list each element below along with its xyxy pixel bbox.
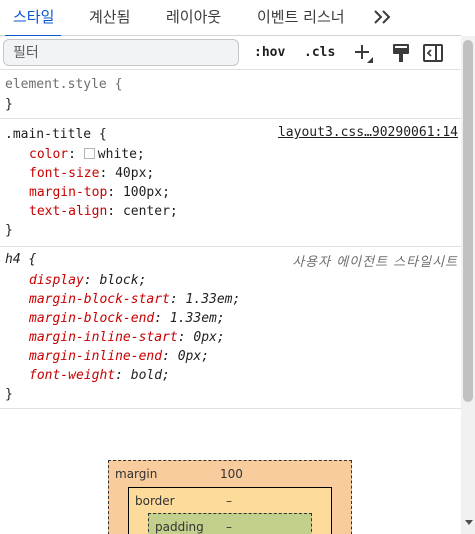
property-value: block;	[99, 273, 147, 288]
rule-selector: h4 {	[5, 252, 37, 267]
user-agent-stylesheet-label: 사용자 에이전트 스타일시트	[292, 255, 458, 270]
property-name: margin-block-end	[29, 311, 155, 326]
cls-toggle-button[interactable]: .cls	[304, 45, 335, 60]
toggle-sidebar-icon[interactable]	[422, 42, 444, 64]
tab-event-listeners[interactable]: 이벤트 리스너	[257, 0, 345, 36]
property-name: display	[29, 273, 84, 288]
declaration: margin-block-end: 1.33em;	[29, 311, 225, 326]
padding-top-value[interactable]: –	[226, 520, 232, 534]
panel-tab-bar: 스타일 계산됨 레이아웃 이벤트 리스너	[0, 0, 461, 37]
property-name: font-weight	[29, 368, 116, 383]
property-name: margin-inline-end	[29, 349, 163, 364]
property-value: 1.33em;	[185, 292, 241, 307]
tab-computed[interactable]: 계산됨	[89, 0, 130, 36]
scrollbar-thumb[interactable]	[463, 40, 473, 402]
property-name: margin-block-start	[29, 292, 170, 307]
declaration: font-weight: bold;	[29, 368, 170, 383]
property-name: color	[29, 147, 69, 162]
declaration[interactable]: margin-top: 100px;	[29, 183, 170, 202]
paint-brush-icon[interactable]	[390, 42, 412, 64]
property-name: margin-inline-start	[29, 330, 178, 345]
property-value: 1.33em;	[169, 311, 225, 326]
declaration[interactable]: font-size: 40px;	[29, 164, 154, 183]
scroll-down-arrow-icon[interactable]	[465, 520, 473, 525]
property-value: 40px;	[115, 166, 155, 181]
double-chevron-right-icon[interactable]	[372, 8, 394, 26]
property-value: 100px;	[122, 185, 170, 200]
property-value: 0px;	[177, 349, 210, 364]
tab-styles[interactable]: 스타일	[4, 0, 62, 37]
border-top-value[interactable]: –	[226, 494, 232, 508]
border-label: border	[135, 494, 175, 508]
rule-main-title: .main-title { layout3.css…90290061:14 co…	[0, 119, 461, 247]
declaration[interactable]: text-align: center;	[29, 202, 178, 221]
margin-top-value[interactable]: 100	[220, 467, 243, 481]
styles-toolbar: :hov .cls	[0, 36, 461, 70]
rule-close-brace: }	[5, 97, 13, 112]
color-swatch[interactable]	[83, 148, 95, 159]
rule-close-brace: }	[5, 223, 13, 238]
rule-close-brace: }	[5, 387, 13, 402]
declaration: margin-block-start: 1.33em;	[29, 292, 241, 307]
padding-label: padding	[155, 520, 204, 534]
declaration[interactable]: color: white;	[29, 145, 145, 164]
rule-element-style: element.style { }	[0, 71, 461, 119]
hov-toggle-button[interactable]: :hov	[254, 45, 285, 60]
property-name: margin-top	[29, 185, 108, 200]
property-name: text-align	[29, 204, 108, 219]
margin-label: margin	[115, 467, 158, 481]
rule-h4-user-agent: h4 { 사용자 에이전트 스타일시트 display: block; marg…	[0, 247, 461, 409]
property-value: bold;	[130, 368, 170, 383]
rule-selector[interactable]: .main-title {	[5, 125, 107, 144]
declaration: margin-inline-start: 0px;	[29, 330, 225, 345]
tab-layout[interactable]: 레이아웃	[166, 0, 221, 36]
filter-input[interactable]	[3, 39, 239, 66]
property-value: white;	[97, 147, 145, 162]
property-name: font-size	[29, 166, 100, 181]
rule-selector[interactable]: element.style {	[5, 75, 122, 94]
new-style-rule-icon[interactable]	[352, 42, 374, 64]
property-value: 0px;	[193, 330, 225, 345]
declaration: display: block;	[29, 273, 147, 288]
source-link[interactable]: layout3.css…90290061:14	[278, 125, 458, 140]
declaration: margin-inline-end: 0px;	[29, 349, 210, 364]
property-value: center;	[122, 204, 178, 219]
